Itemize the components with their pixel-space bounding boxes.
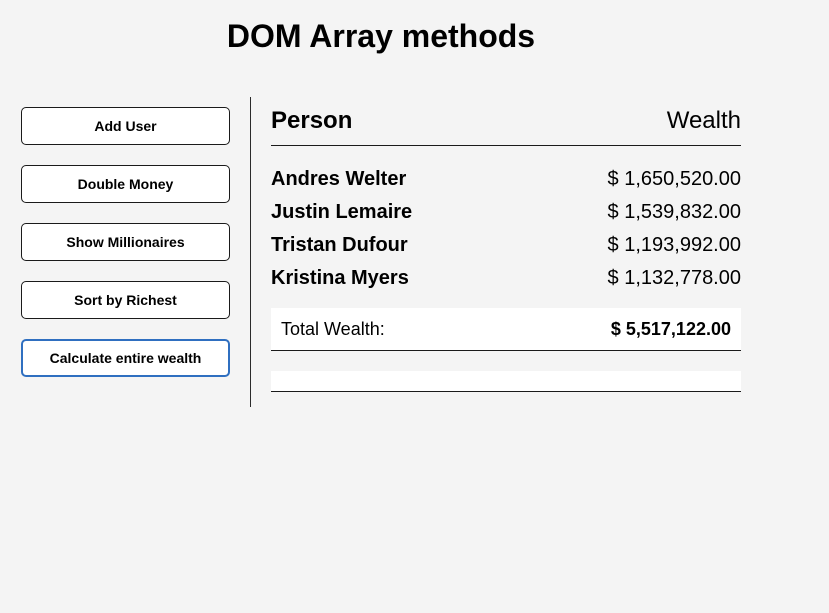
person-name: Tristan Dufour [271,234,408,256]
page-title: DOM Array methods [226,18,536,54]
table-header: Person Wealth [271,105,741,146]
person-name: Justin Lemaire [271,201,413,223]
calculate-wealth-button[interactable]: Calculate entire wealth [21,339,230,377]
sidebar: Add User Double Money Show Millionaires … [21,107,230,397]
page: DOM Array methods Add User Double Money … [0,0,829,613]
person-name: Kristina Myers [271,267,409,289]
person-wealth: $ 1,650,520.00 [607,168,741,190]
table-row: Kristina Myers $ 1,132,778.00 [271,262,741,295]
table-row: Andres Welter $ 1,650,520.00 [271,163,741,196]
sort-by-richest-button[interactable]: Sort by Richest [21,281,230,319]
total-wealth-label: Total Wealth: [281,318,385,339]
people-list: Andres Welter $ 1,650,520.00 Justin Lema… [271,146,741,295]
person-wealth: $ 1,193,992.00 [607,234,741,256]
table-row: Justin Lemaire $ 1,539,832.00 [271,196,741,229]
add-user-button[interactable]: Add User [21,107,230,145]
person-wealth: $ 1,132,778.00 [607,267,741,289]
wealth-table: Person Wealth Andres Welter $ 1,650,520.… [271,105,741,392]
wealth-column-header: Wealth [666,107,741,134]
person-name: Andres Welter [271,168,407,190]
person-wealth: $ 1,539,832.00 [607,201,741,223]
vertical-divider [250,97,251,407]
show-millionaires-button[interactable]: Show Millionaires [21,223,230,261]
empty-row [271,371,741,392]
person-column-header: Person [271,107,353,134]
table-row: Tristan Dufour $ 1,193,992.00 [271,229,741,262]
total-wealth-value: $ 5,517,122.00 [610,318,731,339]
total-wealth-row: Total Wealth: $ 5,517,122.00 [271,308,741,351]
double-money-button[interactable]: Double Money [21,165,230,203]
